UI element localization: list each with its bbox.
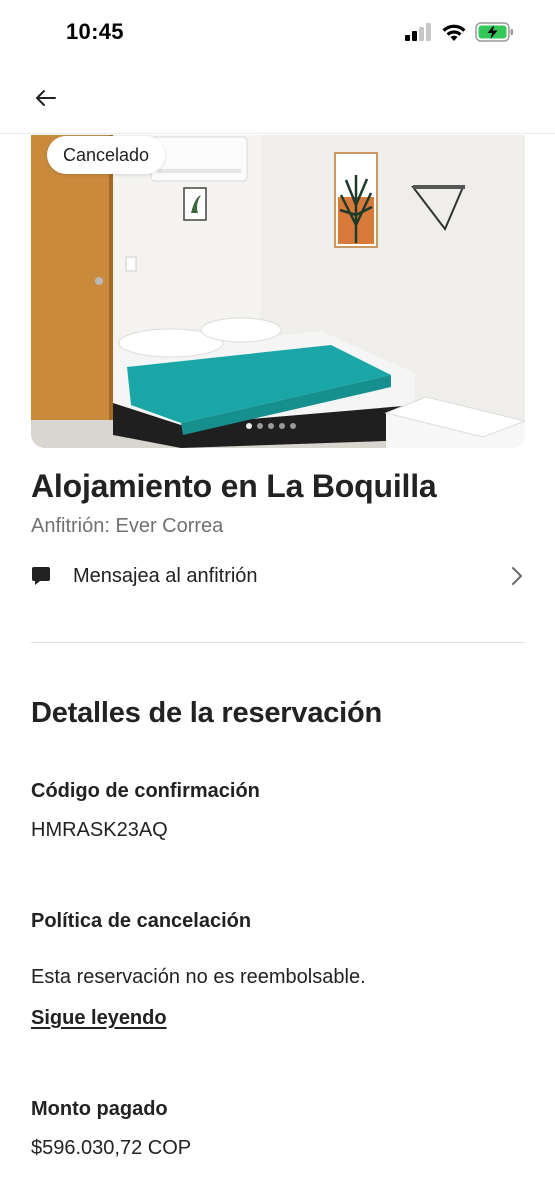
battery-charging-icon [475,22,515,47]
cancellation-policy-text: Esta reservación no es reembolsable. [31,966,366,988]
photo-pagination [246,423,296,429]
chat-bubble-icon [31,565,53,587]
pagination-dot [246,423,252,429]
confirmation-code-value: HMRASK23AQ [31,819,168,841]
nav-bar [0,64,555,134]
pagination-dot [257,423,263,429]
chevron-right-icon [511,566,523,591]
section-divider [31,642,525,643]
status-badge: Cancelado [47,136,166,174]
confirmation-code-label: Código de confirmación [31,780,260,802]
message-host-label: Mensajea al anfitrión [73,564,258,587]
arrow-left-icon [35,89,57,112]
pagination-dot [268,423,274,429]
listing-title: Alojamiento en La Boquilla [31,468,437,504]
status-bar: 10:45 [0,0,555,64]
listing-photo[interactable] [31,135,525,448]
amount-paid-value: $596.030,72 COP [31,1137,192,1159]
back-button[interactable] [30,84,62,116]
cancellation-policy-label: Política de cancelación [31,910,252,932]
cellular-signal-icon [405,23,433,46]
wifi-icon [441,23,467,47]
amount-paid-label: Monto pagado [31,1098,168,1120]
pagination-dot [279,423,285,429]
host-name: Anfitrión: Ever Correa [31,515,224,537]
status-icons [405,22,515,47]
message-host-row[interactable]: Mensajea al anfitrión [31,556,525,596]
section-title: Detalles de la reservación [31,697,383,729]
pagination-dot [290,423,296,429]
read-more-link[interactable]: Sigue leyendo [31,1007,167,1030]
status-time: 10:45 [66,19,124,44]
